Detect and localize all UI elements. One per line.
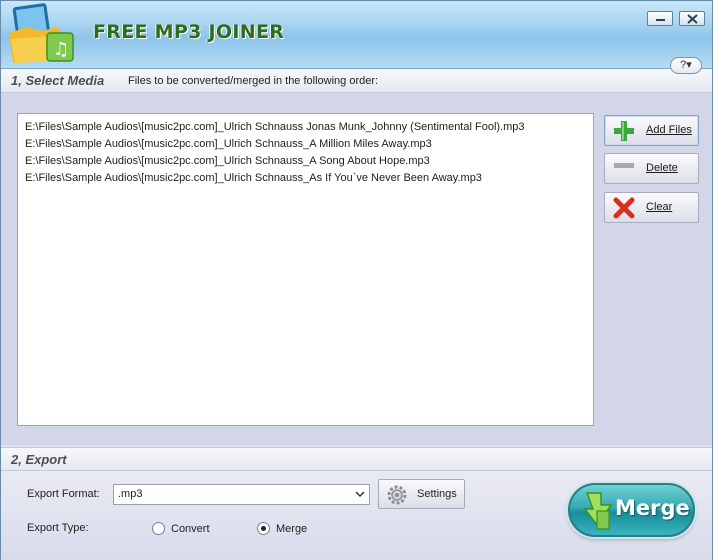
file-list[interactable]: E:\Files\Sample Audios\[music2pc.com]_Ul… — [17, 113, 594, 426]
select-media-panel: E:\Files\Sample Audios\[music2pc.com]_Ul… — [1, 93, 712, 445]
order-caption: Files to be converted/merged in the foll… — [128, 75, 379, 87]
close-button[interactable] — [679, 11, 705, 26]
select-media-title: 1, Select Media — [11, 73, 105, 88]
file-list-item[interactable]: E:\Files\Sample Audios\[music2pc.com]_Ul… — [25, 170, 593, 187]
delete-button[interactable]: Delete — [604, 153, 699, 184]
minus-icon — [614, 163, 634, 168]
settings-button[interactable]: Settings — [378, 479, 465, 509]
chevron-down-icon — [355, 491, 365, 498]
export-title: 2, Export — [11, 452, 67, 467]
gear-icon — [387, 485, 407, 505]
app-title: FREE MP3 JOINER — [93, 21, 285, 43]
radio-indicator-selected[interactable] — [257, 522, 270, 535]
app-logo-icon: ♫ — [9, 3, 74, 63]
delete-label: Delete — [646, 162, 678, 174]
select-media-header: 1, Select Media Files to be converted/me… — [1, 69, 712, 93]
clear-label: Clear — [646, 201, 673, 213]
export-type-label: Export Type: — [27, 522, 89, 534]
merge-button[interactable]: Merge — [568, 483, 695, 537]
minimize-button[interactable] — [647, 11, 673, 26]
close-icon — [687, 14, 698, 24]
app-window: ♫ FREE MP3 JOINER ?▾ 1, Select Media Fil… — [0, 0, 713, 560]
help-button[interactable]: ?▾ — [670, 57, 702, 74]
export-format-label: Export Format: — [27, 488, 100, 500]
merge-radio-label: Merge — [276, 523, 308, 535]
add-files-button[interactable]: Add Files — [604, 115, 699, 146]
radio-indicator[interactable] — [152, 522, 165, 535]
add-files-label: Add Files — [646, 124, 692, 136]
settings-label: Settings — [417, 488, 457, 500]
export-format-select[interactable]: .mp3 — [113, 484, 370, 505]
convert-radio-label: Convert — [171, 523, 210, 535]
minimize-icon — [656, 19, 665, 21]
export-format-value: .mp3 — [118, 488, 143, 500]
file-list-item[interactable]: E:\Files\Sample Audios\[music2pc.com]_Ul… — [25, 119, 593, 136]
file-list-item[interactable]: E:\Files\Sample Audios\[music2pc.com]_Ul… — [25, 153, 593, 170]
clear-button[interactable]: Clear — [604, 192, 699, 223]
merge-arrow-icon — [583, 492, 613, 530]
title-bar[interactable]: ♫ FREE MP3 JOINER — [1, 1, 712, 69]
svg-text:♫: ♫ — [53, 39, 69, 60]
export-header: 2, Export — [1, 447, 712, 471]
clear-x-icon — [613, 197, 635, 219]
plus-icon — [614, 121, 634, 141]
merge-button-label: Merge — [615, 496, 690, 520]
file-list-item[interactable]: E:\Files\Sample Audios\[music2pc.com]_Ul… — [25, 136, 593, 153]
